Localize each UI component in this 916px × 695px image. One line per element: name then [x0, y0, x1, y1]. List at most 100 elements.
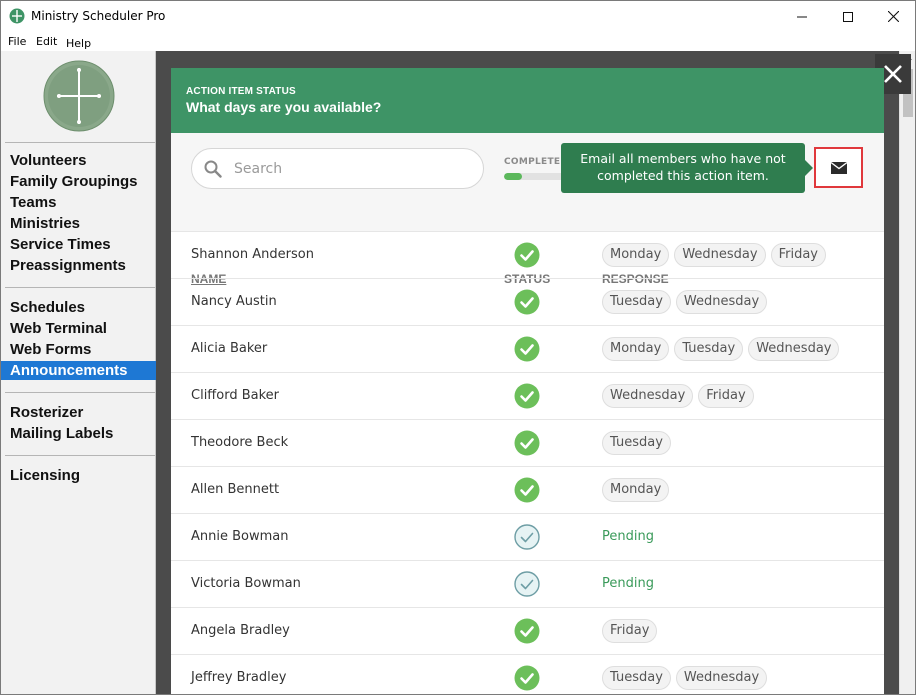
response-chip: Monday	[602, 337, 670, 361]
panel-header: ACTION ITEM STATUS What days are you ava…	[171, 68, 884, 133]
completed-check-icon	[514, 289, 540, 315]
search-icon	[204, 160, 222, 182]
ministry-logo	[43, 60, 115, 132]
completed-check-icon	[514, 336, 540, 362]
completed-check-icon	[514, 665, 540, 691]
response-chip: Friday	[698, 384, 754, 408]
response-chip: Monday	[602, 478, 670, 502]
member-name: Angela Bradley	[191, 623, 290, 638]
response-chip: Tuesday	[602, 290, 671, 314]
sidebar-item-ministries[interactable]: Ministries	[1, 213, 156, 234]
member-name: Theodore Beck	[191, 435, 289, 450]
response-chips: Monday Tuesday Wednesday	[602, 337, 840, 361]
member-name: Annie Bowman	[191, 529, 289, 544]
table-row[interactable]: Annie Bowman Pending	[171, 513, 884, 560]
nav-divider	[5, 455, 155, 456]
table-row[interactable]: Nancy Austin Tuesday Wednesday	[171, 278, 884, 325]
member-name: Jeffrey Bradley	[191, 670, 287, 685]
member-list: Shannon Anderson Monday Wednesday Friday Nan…	[171, 231, 884, 694]
pending-check-icon	[514, 571, 540, 597]
member-name: Victoria Bowman	[191, 576, 301, 591]
completed-label: COMPLETED	[504, 157, 569, 167]
sidebar-item-schedules[interactable]: Schedules	[1, 297, 156, 318]
email-tooltip: Email all members who have not completed…	[561, 143, 805, 193]
sidebar-item-mailing-labels[interactable]: Mailing Labels	[1, 423, 156, 444]
pending-label: Pending	[602, 529, 654, 544]
response-chips: Monday Wednesday Friday	[602, 243, 826, 267]
completed-check-icon	[514, 242, 540, 268]
nav-divider	[5, 287, 155, 288]
menu-help[interactable]: Help	[66, 37, 91, 50]
vertical-scrollbar[interactable]	[899, 51, 915, 694]
table-row[interactable]: Shannon Anderson Monday Wednesday Friday	[171, 231, 884, 278]
sidebar-item-family-groupings[interactable]: Family Groupings	[1, 171, 156, 192]
completed-check-icon	[514, 618, 540, 644]
response-chip: Tuesday	[602, 666, 671, 690]
title-bar: Ministry Scheduler Pro	[1, 1, 915, 32]
response-chips: Tuesday	[602, 431, 671, 455]
response-chip: Tuesday	[602, 431, 671, 455]
window-title: Ministry Scheduler Pro	[31, 9, 166, 23]
nav-divider	[5, 392, 155, 393]
completion-progress-fill	[504, 173, 523, 180]
menu-file[interactable]: File	[8, 35, 26, 48]
completed-check-icon	[514, 477, 540, 503]
response-chip: Wednesday	[748, 337, 840, 361]
response-chip: Wednesday	[602, 384, 694, 408]
minimize-icon	[797, 16, 807, 17]
sidebar-item-volunteers[interactable]: Volunteers	[1, 150, 156, 171]
panel-toolbar: COMPLETED Email all members who have not…	[171, 133, 884, 286]
response-chip: Monday	[602, 243, 670, 267]
table-row[interactable]: Angela Bradley Friday	[171, 607, 884, 654]
member-name: Alicia Baker	[191, 341, 268, 356]
response-chip: Wednesday	[675, 666, 768, 690]
sidebar-item-web-forms[interactable]: Web Forms	[1, 339, 156, 360]
table-row[interactable]: Theodore Beck Tuesday	[171, 419, 884, 466]
close-icon	[887, 11, 899, 22]
close-window-button[interactable]	[870, 1, 915, 32]
member-name: Allen Bennett	[191, 482, 280, 497]
table-row[interactable]: Clifford Baker Wednesday Friday	[171, 372, 884, 419]
response-chip: Wednesday	[674, 243, 766, 267]
pending-label: Pending	[602, 576, 654, 591]
app-logo-icon	[9, 8, 25, 24]
maximize-button[interactable]	[825, 1, 871, 32]
search-box[interactable]	[191, 148, 484, 189]
close-icon	[884, 65, 902, 83]
sidebar-item-announcements[interactable]: Announcements	[1, 361, 156, 380]
table-row[interactable]: Alicia Baker Monday Tuesday Wednesday	[171, 325, 884, 372]
response-chip: Friday	[602, 619, 658, 643]
panel-title: What days are you available?	[186, 99, 382, 115]
response-chips: Friday	[602, 619, 658, 643]
response-chips: Tuesday Wednesday	[602, 666, 768, 690]
nav-divider	[5, 142, 155, 143]
menu-edit[interactable]: Edit	[36, 35, 57, 48]
email-incomplete-members-button[interactable]	[814, 147, 863, 188]
minimize-button[interactable]	[779, 1, 825, 32]
sidebar-item-rosterizer[interactable]: Rosterizer	[1, 402, 156, 423]
completed-check-icon	[514, 430, 540, 456]
response-chips: Wednesday Friday	[602, 384, 754, 408]
table-row[interactable]: Victoria Bowman Pending	[171, 560, 884, 607]
search-input[interactable]	[234, 158, 464, 180]
sidebar-item-web-terminal[interactable]: Web Terminal	[1, 318, 156, 339]
action-item-panel: ACTION ITEM STATUS What days are you ava…	[171, 68, 884, 694]
member-name: Shannon Anderson	[191, 247, 314, 262]
sidebar-item-licensing[interactable]: Licensing	[1, 465, 156, 486]
menu-bar: File Edit Help	[1, 32, 915, 51]
completed-check-icon	[514, 383, 540, 409]
member-name: Clifford Baker	[191, 388, 280, 403]
member-name: Nancy Austin	[191, 294, 277, 309]
clock-cross-logo-icon	[43, 60, 115, 132]
maximize-icon	[843, 11, 853, 22]
response-chips: Tuesday Wednesday	[602, 290, 768, 314]
envelope-icon	[830, 161, 847, 174]
sidebar: Volunteers Family Groupings Teams Minist…	[1, 51, 156, 694]
sidebar-item-teams[interactable]: Teams	[1, 192, 156, 213]
sidebar-item-service-times[interactable]: Service Times	[1, 234, 156, 255]
table-row[interactable]: Allen Bennett Monday	[171, 466, 884, 513]
sidebar-item-preassignments[interactable]: Preassignments	[1, 255, 156, 276]
panel-kicker: ACTION ITEM STATUS	[186, 86, 296, 97]
app-window: Ministry Scheduler Pro File Edit Help Vo…	[0, 0, 916, 695]
table-row[interactable]: Jeffrey Bradley Tuesday Wednesday	[171, 654, 884, 694]
